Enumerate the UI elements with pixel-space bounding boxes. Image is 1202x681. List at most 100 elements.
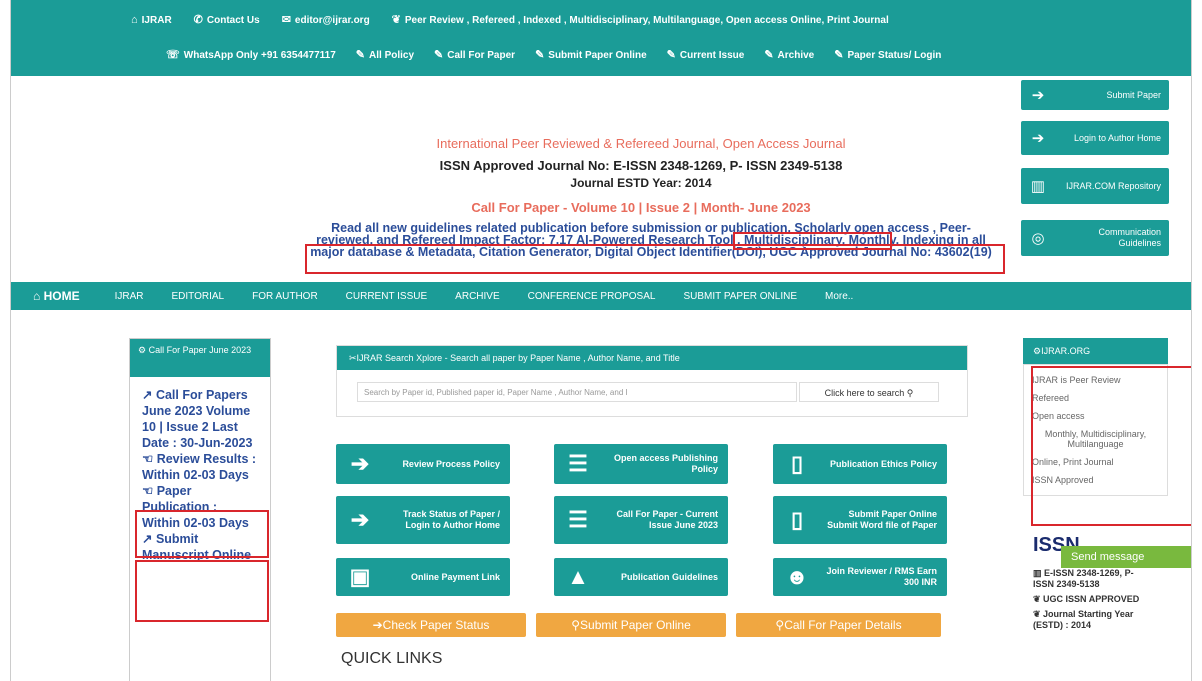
- external-link-icon: ↗: [142, 388, 156, 402]
- call-for-paper-link[interactable]: ✎ Call For Paper: [434, 49, 515, 62]
- all-policy-link[interactable]: ✎ All Policy: [355, 49, 414, 62]
- issn-line: ISSN Approved Journal No: E-ISSN 2348-12…: [439, 158, 843, 173]
- tagline-icon: ❦: [1033, 594, 1044, 604]
- file-icon: ▯: [790, 507, 804, 532]
- tile-ethics[interactable]: ▯ Publication Ethics Policy: [773, 444, 947, 484]
- estd-line: Journal ESTD Year: 2014: [570, 176, 712, 190]
- road-icon: ▲: [567, 564, 589, 589]
- current-issue-link[interactable]: ✎ Current Issue: [666, 49, 745, 62]
- pencil-icon: ✎: [434, 49, 444, 61]
- submit-paper-online-button[interactable]: ⚲ Submit Paper Online: [536, 613, 726, 637]
- tile-submit-paper[interactable]: ▯ Submit Paper Online Submit Word file of…: [773, 496, 947, 544]
- tagline: ❦ Peer Review , Refereed , Indexed , Mult…: [391, 14, 889, 27]
- nav-item-archive[interactable]: ARCHIVE: [455, 291, 499, 302]
- top-bar: ⌂ IJRAR ✆ Contact Us ✉ editor@ijrar.org ❦ Pe…: [11, 0, 1191, 76]
- ugc-info: ❦ UGC ISSN APPROVED: [1033, 594, 1140, 604]
- whatsapp-icon: ☏: [166, 49, 180, 61]
- sign-in-icon: ➔: [350, 451, 370, 476]
- pencil-icon: ✎: [666, 49, 676, 61]
- sign-in-icon: ➔: [1031, 130, 1045, 147]
- nav-item-editorial[interactable]: EDITORIAL: [172, 291, 225, 302]
- issn-logo: ISSN: [1033, 534, 1080, 556]
- whatsapp-icon: ◎: [1031, 230, 1045, 247]
- gear-icon: ⚙: [1033, 345, 1042, 356]
- top-bar-row-2: ☏ WhatsApp Only +91 6354477117 ✎ All Polic…: [166, 49, 1191, 62]
- gear-icon: ⚙: [138, 345, 149, 355]
- call-for-paper-panel-header: ⚙ Call For Paper June 2023: [130, 339, 270, 377]
- whatsapp-link[interactable]: ☏ WhatsApp Only +91 6354477117: [166, 49, 336, 62]
- nav-item-more[interactable]: More..: [825, 291, 853, 302]
- top-bar-row-1: ⌂ IJRAR ✆ Contact Us ✉ editor@ijrar.org ❦ Pe…: [131, 14, 1191, 27]
- chart-icon: ▥: [1030, 178, 1046, 195]
- tile-open-access[interactable]: ☰ Open access Publishing Policy: [554, 444, 728, 484]
- highlight-box-ijrar-org: [1031, 366, 1191, 526]
- server-icon: ☰: [568, 507, 588, 532]
- nav-item-current-issue[interactable]: CURRENT ISSUE: [346, 291, 428, 302]
- home-link[interactable]: ⌂ IJRAR: [131, 15, 172, 27]
- send-message-button[interactable]: Send message: [1061, 546, 1191, 568]
- call-details[interactable]: ↗ Call For Papers June 2023 Volume 10 | …: [142, 387, 258, 451]
- pin-icon: ⚲: [571, 618, 581, 632]
- email-link[interactable]: ✉ editor@ijrar.org: [281, 14, 370, 27]
- repository-button[interactable]: ▥ IJRAR.COM Repository: [1021, 168, 1169, 204]
- home-icon: ⌂: [33, 289, 44, 303]
- tagline-icon: ❦: [1033, 609, 1044, 619]
- contact-link[interactable]: ✆ Contact Us: [193, 14, 260, 27]
- check-paper-status-button[interactable]: ➔ Check Paper Status: [336, 613, 526, 637]
- tile-guidelines[interactable]: ▲ Publication Guidelines: [554, 558, 728, 596]
- money-icon: ▣: [349, 564, 371, 589]
- search-icon: ⚲: [906, 388, 914, 398]
- main-nav: ⌂ HOME IJRAR EDITORIAL FOR AUTHOR CURREN…: [11, 282, 1191, 310]
- highlight-box-publication: [135, 560, 269, 622]
- pencil-icon: ✎: [764, 49, 774, 61]
- file-icon: ▯: [790, 451, 804, 476]
- chart-icon: ▥: [1033, 568, 1045, 578]
- search-header: ✂ IJRAR Search Xplore - Search all paper…: [337, 346, 967, 370]
- nav-item-conference[interactable]: CONFERENCE PROPOSAL: [528, 291, 656, 302]
- search-input[interactable]: Search by Paper id, Published paper id, …: [357, 382, 797, 402]
- tagline-icon: ❦: [391, 14, 401, 26]
- sign-in-icon: ➔: [1031, 87, 1045, 104]
- journal-type-line: International Peer Reviewed & Refereed J…: [436, 136, 846, 151]
- issn-info: ▥ E-ISSN 2348-1269, P- ISSN 2349-5138: [1033, 568, 1134, 589]
- page-frame: ⌂ IJRAR ✆ Contact Us ✉ editor@ijrar.org ❦ Pe…: [10, 0, 1192, 681]
- tile-review-process[interactable]: ➔ Review Process Policy: [336, 444, 510, 484]
- tile-payment[interactable]: ▣ Online Payment Link: [336, 558, 510, 596]
- hand-icon: ☜: [142, 484, 157, 498]
- login-author-home-button[interactable]: ➔ Login to Author Home: [1021, 121, 1169, 155]
- sign-in-icon: ➔: [372, 618, 383, 632]
- sign-in-icon: ➔: [350, 507, 370, 532]
- call-for-paper-line: Call For Paper - Volume 10 | Issue 2 | M…: [471, 200, 811, 215]
- highlight-box-review: [135, 510, 269, 558]
- ijrar-org-header: ⚙ IJRAR.ORG: [1023, 338, 1168, 364]
- call-for-paper-details-button[interactable]: ⚲ Call For Paper Details: [736, 613, 941, 637]
- pencil-icon: ✎: [834, 49, 844, 61]
- tile-current-issue[interactable]: ☰ Call For Paper - Current Issue June 202…: [554, 496, 728, 544]
- wrench-icon: ✂: [349, 352, 357, 363]
- submit-paper-online-link[interactable]: ✎ Submit Paper Online: [535, 49, 647, 62]
- server-icon: ☰: [568, 451, 588, 476]
- tile-reviewer[interactable]: ☻ Join Reviewer / RMS Earn 300 INR: [773, 558, 947, 596]
- phone-icon: ✆: [193, 14, 203, 26]
- highlight-box-ugc: [305, 244, 1005, 274]
- paper-status-login-link[interactable]: ✎ Paper Status/ Login: [834, 49, 941, 62]
- nav-home[interactable]: ⌂ HOME: [33, 289, 80, 303]
- nav-item-ijrar[interactable]: IJRAR: [115, 291, 144, 302]
- communication-guidelines-button[interactable]: ◎ Communication Guidelines: [1021, 220, 1169, 256]
- email-icon: ✉: [281, 14, 291, 26]
- pin-icon: ⚲: [775, 618, 785, 632]
- archive-link[interactable]: ✎ Archive: [764, 49, 814, 62]
- hand-icon: ☜: [142, 452, 157, 466]
- submit-paper-button[interactable]: ➔ Submit Paper: [1021, 80, 1169, 110]
- pencil-icon: ✎: [535, 49, 545, 61]
- review-results: ☜ Review Results : Within 02-03 Days: [142, 452, 257, 482]
- search-button[interactable]: Click here to search ⚲: [799, 382, 939, 402]
- tile-track-status[interactable]: ➔ Track Status of Paper / Login to Author…: [336, 496, 510, 544]
- nav-item-for-author[interactable]: FOR AUTHOR: [252, 291, 318, 302]
- search-xplore: ✂ IJRAR Search Xplore - Search all paper…: [336, 345, 968, 417]
- users-icon: ☻: [785, 564, 809, 589]
- nav-item-submit-paper[interactable]: SUBMIT PAPER ONLINE: [683, 291, 797, 302]
- quick-links-heading: QUICK LINKS: [341, 650, 443, 667]
- pencil-icon: ✎: [355, 49, 366, 61]
- journal-info: ▥ E-ISSN 2348-1269, P- ISSN 2349-5138 ❦ …: [1033, 568, 1143, 631]
